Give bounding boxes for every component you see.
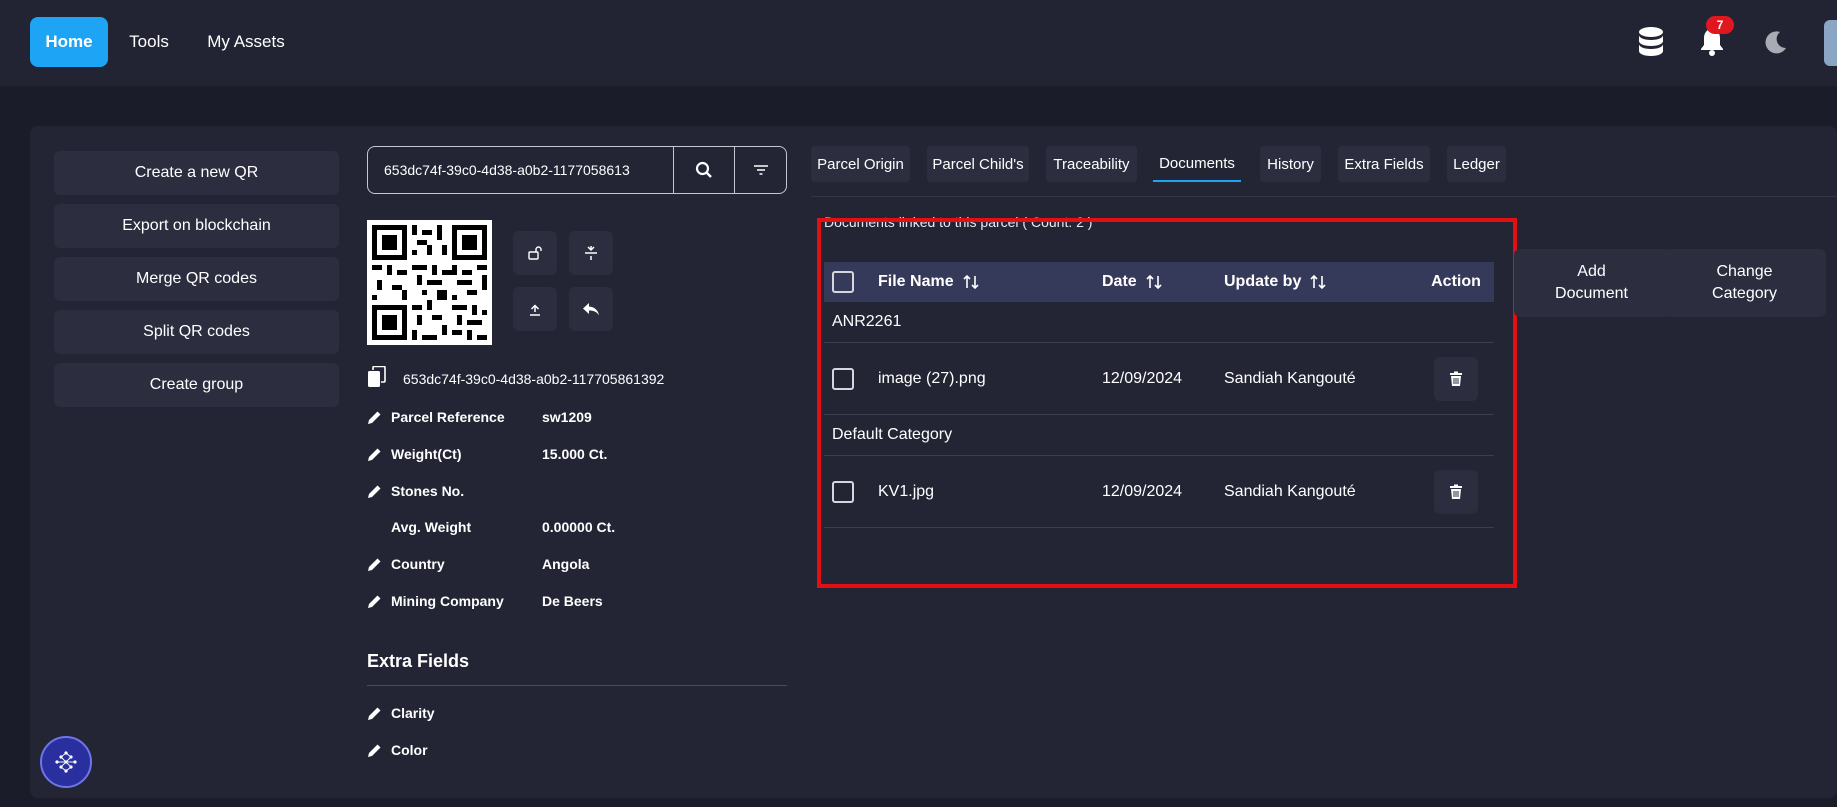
- field-label: Mining Company: [391, 593, 504, 609]
- avg-weight-row: Avg. Weight 0.00000 Ct.: [367, 517, 787, 537]
- upload-icon: [530, 304, 540, 316]
- field-label: Avg. Weight: [391, 519, 472, 535]
- notification-bell-icon[interactable]: 7: [1692, 16, 1734, 64]
- field-label: Color: [391, 742, 428, 758]
- tab-ledger[interactable]: Ledger: [1447, 146, 1506, 182]
- mining-company-row: Mining Company De Beers: [367, 591, 787, 611]
- edit-pencil-icon[interactable]: [367, 557, 391, 572]
- field-value: 15.000 Ct.: [542, 446, 608, 462]
- network-icon: [55, 751, 77, 773]
- user-avatar[interactable]: [1824, 20, 1837, 66]
- parcel-uuid: 653dc74f-39c0-4d38-a0b2-117705861392: [403, 370, 665, 387]
- search-button[interactable]: [672, 147, 735, 193]
- parcel-uuid-row: 653dc74f-39c0-4d38-a0b2-117705861392: [367, 365, 665, 391]
- tab-extra-fields[interactable]: Extra Fields: [1338, 146, 1430, 182]
- database-icon[interactable]: [1631, 20, 1671, 64]
- change-category-button[interactable]: Change Category: [1663, 249, 1826, 317]
- color-row: Color: [367, 740, 787, 760]
- parcel-search-input[interactable]: [368, 147, 673, 193]
- extra-fields-heading: Extra Fields: [367, 651, 470, 671]
- merge-qr-button[interactable]: Merge QR codes: [54, 257, 339, 301]
- field-label: Stones No.: [391, 483, 465, 499]
- divider: [367, 685, 787, 686]
- top-navbar: Home Tools My Assets 7: [0, 0, 1837, 86]
- field-label: Country: [391, 556, 445, 572]
- change-category-label: Change Category: [1712, 263, 1777, 302]
- edit-pencil-icon[interactable]: [367, 743, 391, 758]
- country-row: Country Angola: [367, 554, 787, 574]
- split-qr-button[interactable]: Split QR codes: [54, 310, 339, 354]
- copy-icon[interactable]: [367, 365, 387, 391]
- export-blockchain-button[interactable]: Export on blockchain: [54, 204, 339, 248]
- nav-tools-button[interactable]: Tools: [118, 17, 180, 67]
- tab-parcel-origin[interactable]: Parcel Origin: [811, 146, 910, 182]
- undo-button[interactable]: [569, 287, 613, 331]
- parcel-qr-code: [367, 220, 492, 345]
- edit-pencil-icon[interactable]: [367, 447, 391, 462]
- nav-my-assets-button[interactable]: My Assets: [196, 17, 296, 67]
- dark-mode-moon-icon[interactable]: [1756, 20, 1796, 64]
- upload-button[interactable]: [513, 287, 557, 331]
- search-icon: [695, 161, 712, 178]
- field-label: Weight(Ct): [391, 446, 462, 462]
- tab-parcel-childs[interactable]: Parcel Child's: [927, 146, 1029, 182]
- add-document-button[interactable]: Add Document: [1514, 249, 1669, 317]
- highlight-annotation-box: [817, 218, 1517, 588]
- parcel-search-bar: [367, 146, 787, 194]
- field-value: sw1209: [542, 409, 592, 425]
- nav-home-button[interactable]: Home: [30, 17, 108, 67]
- filter-button[interactable]: [734, 147, 786, 193]
- tab-history[interactable]: History: [1260, 146, 1321, 182]
- notification-count-badge: 7: [1706, 16, 1734, 34]
- tabs-divider: [811, 196, 1837, 197]
- edit-pencil-icon[interactable]: [367, 594, 391, 609]
- unlock-icon: [528, 246, 542, 260]
- edit-pencil-icon[interactable]: [367, 410, 391, 425]
- create-qr-button[interactable]: Create a new QR: [54, 151, 339, 195]
- field-value: Angola: [542, 556, 590, 572]
- collapse-button[interactable]: [569, 231, 613, 275]
- edit-pencil-icon[interactable]: [367, 484, 391, 499]
- weight-row: Weight(Ct) 15.000 Ct.: [367, 444, 787, 464]
- tab-traceability[interactable]: Traceability: [1046, 146, 1137, 182]
- reply-arrow-icon: [583, 303, 599, 316]
- vertical-align-center-icon: [585, 246, 597, 260]
- tab-documents[interactable]: Documents: [1153, 146, 1241, 182]
- assistant-chat-button[interactable]: [40, 736, 92, 788]
- create-group-button[interactable]: Create group: [54, 363, 339, 407]
- parcel-reference-row: Parcel Reference sw1209: [367, 407, 787, 427]
- field-label: Parcel Reference: [391, 409, 505, 425]
- field-value: De Beers: [542, 593, 603, 609]
- add-document-label: Add Document: [1555, 263, 1628, 302]
- edit-pencil-icon[interactable]: [367, 706, 391, 721]
- clarity-row: Clarity: [367, 703, 787, 723]
- unlock-button[interactable]: [513, 231, 557, 275]
- field-value: 0.00000 Ct.: [542, 519, 616, 535]
- filter-icon: [753, 165, 768, 175]
- stones-row: Stones No.: [367, 481, 787, 501]
- field-label: Clarity: [391, 705, 435, 721]
